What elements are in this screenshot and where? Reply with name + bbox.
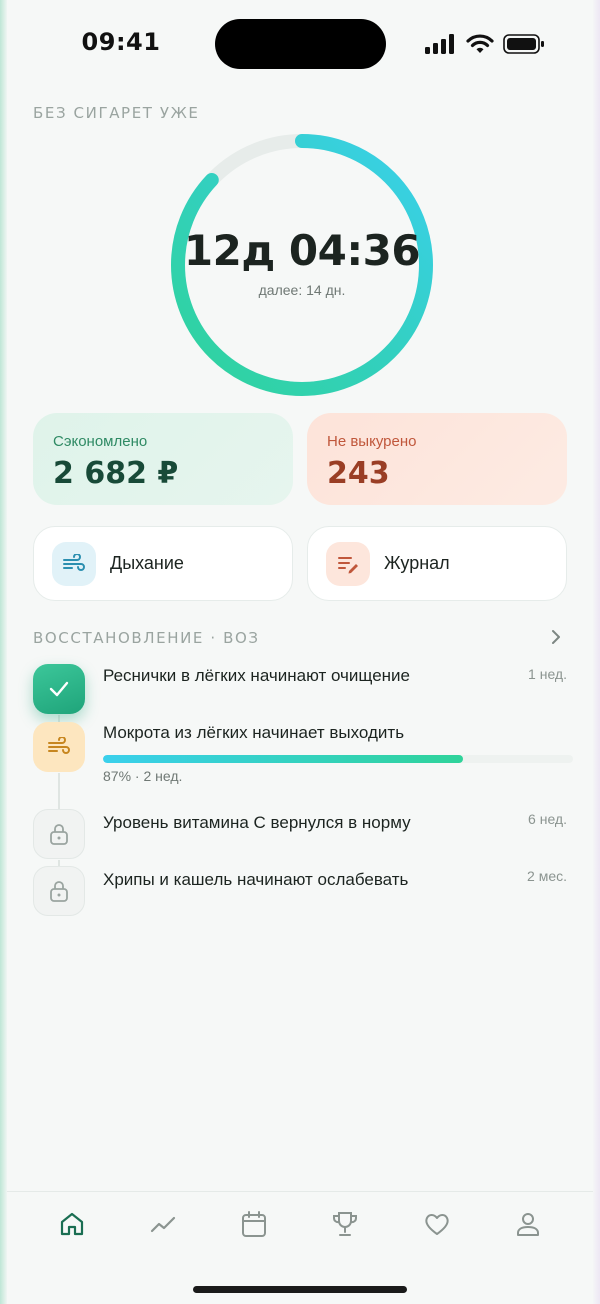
elapsed-time: 12д 04:36 — [183, 226, 421, 275]
heart-icon — [425, 1214, 449, 1235]
money-saved-card[interactable]: Сэкономлено 2 682 ₽ — [33, 413, 293, 505]
not-smoked-card[interactable]: Не выкурено 243 — [307, 413, 567, 505]
tab-achievements[interactable] — [329, 1208, 361, 1240]
milestone-title: Уровень витамина С вернулся в норму — [103, 813, 411, 832]
check-icon — [49, 681, 69, 697]
tab-calendar[interactable] — [238, 1208, 270, 1240]
calendar-icon — [242, 1211, 266, 1237]
lock-icon — [50, 881, 68, 902]
milestone-title: Мокрота из лёгких начинает выходить — [103, 723, 405, 742]
breathing-label: Дыхание — [110, 553, 184, 573]
milestone-title: Хрипы и кашель начинают ослабевать — [103, 870, 409, 889]
trend-icon — [150, 1216, 176, 1233]
trophy-icon — [333, 1212, 357, 1236]
battery-icon — [503, 34, 544, 54]
not-smoked-value: 243 — [327, 456, 390, 491]
home-icon — [60, 1212, 84, 1236]
profile-icon — [517, 1213, 539, 1236]
milestone-when: 2 мес. — [527, 868, 567, 884]
tab-home[interactable] — [56, 1208, 88, 1240]
wifi-icon — [466, 34, 494, 53]
milestone-when: 1 нед. — [528, 666, 567, 682]
lock-icon — [50, 824, 68, 845]
status-time: 09:41 — [81, 28, 161, 56]
journal-button[interactable]: Журнал — [307, 526, 567, 601]
milestone-progress-bar — [103, 755, 573, 763]
signal-icon — [425, 34, 454, 54]
milestone-active-node — [33, 722, 85, 772]
status-icons — [425, 32, 545, 56]
milestone-progress-text: 87% · 2 нед. — [103, 768, 183, 784]
chevron-right-icon[interactable] — [549, 628, 563, 646]
tab-health[interactable] — [421, 1208, 453, 1240]
journal-label: Журнал — [384, 553, 450, 573]
milestone-done-node — [33, 664, 85, 714]
milestone-when: 6 нед. — [528, 811, 567, 827]
counter-label: БЕЗ СИГАРЕТ УЖЕ — [33, 104, 200, 122]
wind-icon — [48, 737, 70, 754]
milestone-locked-node — [33, 809, 85, 859]
app-screen: 09:41 БЕЗ СИГАРЕТ УЖЕ 12д 04:36 далее: 1… — [7, 0, 593, 1304]
not-smoked-title: Не выкурено — [327, 433, 417, 450]
dynamic-island — [215, 19, 386, 69]
money-saved-title: Сэкономлено — [53, 433, 148, 450]
money-saved-value: 2 682 ₽ — [53, 456, 179, 491]
wind-icon — [52, 541, 96, 586]
tab-progress[interactable] — [147, 1208, 179, 1240]
breathing-button[interactable]: Дыхание — [33, 526, 293, 601]
note-edit-icon — [326, 541, 370, 586]
home-indicator[interactable] — [193, 1286, 407, 1293]
timeline-connector — [58, 773, 60, 809]
recovery-label: ВОССТАНОВЛЕНИЕ · ВОЗ — [33, 629, 260, 647]
milestone-locked-node — [33, 866, 85, 916]
next-milestone-text: далее: 14 дн. — [258, 282, 346, 298]
milestone-title: Реснички в лёгких начинают очищение — [103, 666, 411, 685]
progress-ring: 12д 04:36 далее: 14 дн. — [167, 130, 437, 400]
tab-profile[interactable] — [512, 1208, 544, 1240]
milestone-progress-fill — [103, 755, 463, 763]
